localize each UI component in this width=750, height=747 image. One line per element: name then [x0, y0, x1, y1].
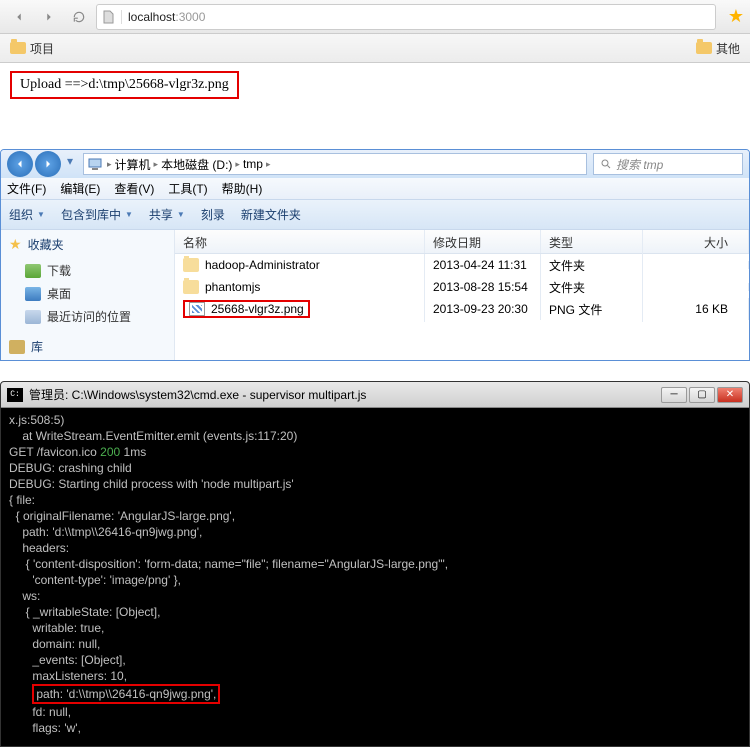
breadcrumb[interactable]: ▸ 计算机 ▸ 本地磁盘 (D:) ▸ tmp ▸	[83, 153, 587, 175]
cmd-share[interactable]: 共享▼	[149, 206, 185, 223]
file-list: hadoop-Administrator2013-04-24 11:31文件夹p…	[175, 254, 749, 320]
minimize-button[interactable]: ─	[661, 387, 687, 403]
file-name: 25668-vlgr3z.png	[211, 302, 304, 316]
col-type[interactable]: 类型	[541, 230, 643, 253]
file-row[interactable]: hadoop-Administrator2013-04-24 11:31文件夹	[175, 254, 749, 276]
close-button[interactable]: ✕	[717, 387, 743, 403]
upload-result: Upload ==>d:\tmp\25668-vlgr3z.png	[10, 71, 239, 99]
forward-button[interactable]	[36, 4, 62, 30]
sidebar-recent[interactable]: 最近访问的位置	[9, 305, 166, 328]
bookmark-label: 项目	[30, 40, 54, 57]
file-name: phantomjs	[205, 280, 260, 294]
menu-help[interactable]: 帮助(H)	[222, 180, 263, 197]
back-button[interactable]	[6, 4, 32, 30]
recent-icon	[25, 310, 41, 324]
cmd-organize[interactable]: 组织▼	[9, 206, 45, 223]
bc-item[interactable]: tmp	[243, 157, 263, 171]
folder-icon	[183, 280, 199, 294]
folder-icon	[183, 258, 199, 272]
sidebar-library[interactable]: 库	[9, 338, 166, 355]
column-headers: 名称 修改日期 类型 大小	[175, 230, 749, 254]
cmd-title-text: 管理员: C:\Windows\system32\cmd.exe - super…	[29, 386, 366, 403]
cmd-burn[interactable]: 刻录	[201, 206, 225, 223]
desktop-icon	[25, 287, 41, 301]
menu-file[interactable]: 文件(F)	[7, 180, 46, 197]
bookmark-star-icon[interactable]: ★	[728, 6, 744, 27]
menu-edit[interactable]: 编辑(E)	[60, 180, 100, 197]
file-size: 16 KB	[643, 298, 749, 320]
menu-view[interactable]: 查看(V)	[114, 180, 154, 197]
download-icon	[25, 264, 41, 278]
sidebar-downloads[interactable]: 下载	[9, 259, 166, 282]
browser-toolbar: localhost:3000 ★	[0, 0, 750, 34]
file-date: 2013-08-28 15:54	[425, 276, 541, 298]
file-icon	[103, 10, 122, 24]
bookmark-bar: 项目 其他	[0, 34, 750, 62]
folder-icon	[696, 42, 712, 54]
explorer-history-dropdown[interactable]: ▾	[63, 151, 77, 171]
star-icon: ★	[9, 236, 22, 253]
cmd-newfolder[interactable]: 新建文件夹	[241, 206, 301, 223]
explorer-back-button[interactable]	[7, 151, 33, 177]
file-row[interactable]: 25668-vlgr3z.png 2013-09-23 20:30PNG 文件16…	[175, 298, 749, 320]
file-type: PNG 文件	[541, 297, 643, 322]
explorer-window: ▾ ▸ 计算机 ▸ 本地磁盘 (D:) ▸ tmp ▸ 搜索 tmp 文件(F)…	[0, 149, 750, 361]
explorer-commandbar: 组织▼ 包含到库中▼ 共享▼ 刻录 新建文件夹	[1, 200, 749, 230]
file-date: 2013-04-24 11:31	[425, 254, 541, 276]
image-file-icon	[189, 302, 205, 316]
cmd-output: x.js:508:5) at WriteStream.EventEmitter.…	[1, 408, 749, 746]
maximize-button[interactable]: ▢	[689, 387, 715, 403]
window-controls: ─ ▢ ✕	[661, 387, 743, 403]
file-date: 2013-09-23 20:30	[425, 298, 541, 320]
folder-icon	[10, 42, 26, 54]
menu-tools[interactable]: 工具(T)	[168, 180, 207, 197]
file-name: hadoop-Administrator	[205, 258, 320, 272]
address-host: localhost	[128, 10, 175, 24]
page-content: Upload ==>d:\tmp\25668-vlgr3z.png	[0, 63, 750, 107]
browser-window: localhost:3000 ★ 项目 其他	[0, 0, 750, 63]
explorer-sidebar: ★收藏夹 下载 桌面 最近访问的位置 库	[1, 230, 175, 360]
search-placeholder: 搜索 tmp	[616, 156, 663, 173]
bookmark-label: 其他	[716, 40, 740, 57]
search-icon	[600, 158, 612, 170]
bc-item[interactable]: 计算机	[115, 156, 151, 173]
col-size[interactable]: 大小	[643, 230, 749, 253]
address-bar[interactable]: localhost:3000	[96, 4, 716, 30]
sidebar-desktop[interactable]: 桌面	[9, 282, 166, 305]
file-row[interactable]: phantomjs2013-08-28 15:54文件夹	[175, 276, 749, 298]
col-date[interactable]: 修改日期	[425, 230, 541, 253]
cmd-titlebar: C: 管理员: C:\Windows\system32\cmd.exe - su…	[1, 382, 749, 408]
sidebar-favorites[interactable]: ★收藏夹	[9, 236, 166, 253]
file-size	[643, 283, 749, 291]
col-name[interactable]: 名称	[175, 230, 425, 253]
explorer-menubar: 文件(F) 编辑(E) 查看(V) 工具(T) 帮助(H)	[1, 178, 749, 200]
explorer-main: 名称 修改日期 类型 大小 hadoop-Administrator 2013-0…	[175, 230, 749, 360]
explorer-nav: ▾	[7, 151, 77, 177]
cmd-include[interactable]: 包含到库中▼	[61, 206, 133, 223]
bookmark-other[interactable]: 其他	[696, 40, 740, 57]
reload-button[interactable]	[66, 4, 92, 30]
file-size	[643, 261, 749, 269]
explorer-forward-button[interactable]	[35, 151, 61, 177]
explorer-body: ★收藏夹 下载 桌面 最近访问的位置 库 名称 修改日期 类型 大小 hadoo…	[1, 230, 749, 360]
cmd-window: C: 管理员: C:\Windows\system32\cmd.exe - su…	[0, 381, 750, 747]
bc-item[interactable]: 本地磁盘 (D:)	[161, 156, 232, 173]
computer-icon	[88, 157, 104, 171]
address-port: :3000	[175, 10, 205, 24]
explorer-search[interactable]: 搜索 tmp	[593, 153, 743, 175]
bookmark-folder[interactable]: 项目	[10, 40, 54, 57]
library-icon	[9, 340, 25, 354]
explorer-titlebar: ▾ ▸ 计算机 ▸ 本地磁盘 (D:) ▸ tmp ▸ 搜索 tmp	[1, 150, 749, 178]
cmd-icon: C:	[7, 388, 23, 402]
